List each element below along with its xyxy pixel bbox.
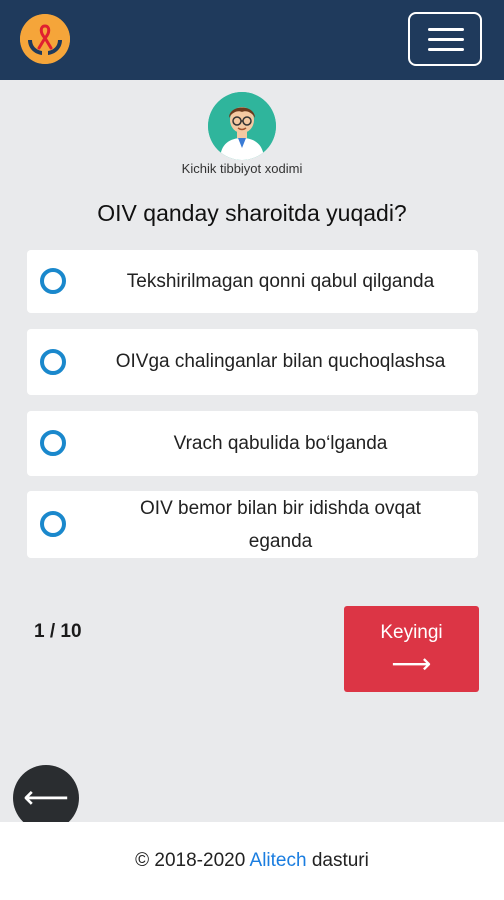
top-navbar [0, 0, 504, 80]
next-button-label: Keyingi [380, 622, 443, 643]
hamburger-bar [428, 38, 464, 41]
copyright-suffix: dasturi [306, 850, 369, 871]
answer-option-4[interactable]: OIV bemor bilan bir idishda ovqat eganda [27, 491, 478, 558]
alitech-link[interactable]: Alitech [250, 850, 307, 871]
copyright-prefix: © 2018-2020 [135, 850, 250, 871]
doctor-avatar-icon [208, 92, 276, 160]
hamburger-menu-icon [428, 28, 464, 31]
question-counter: 1 / 10 [34, 621, 82, 642]
hands-ribbon-logo-icon[interactable] [20, 14, 70, 64]
radio-icon[interactable] [40, 268, 66, 294]
hamburger-menu-button[interactable] [408, 12, 482, 66]
answer-option-label: Vrach qabulida bo‘lganda [173, 433, 388, 454]
answer-option-label: Tekshirilmagan qonni qabul qilganda [126, 271, 435, 292]
question-text: OIV qanday sharoitda yuqadi? [97, 200, 407, 226]
answer-option-label: OIVga chalinganlar bilan quchoqlashsa [115, 351, 446, 372]
hamburger-bar [428, 48, 464, 51]
next-button[interactable]: Keyingi ⟶ [344, 606, 479, 692]
radio-icon[interactable] [40, 511, 66, 537]
answer-option-3[interactable]: Vrach qabulida bo‘lganda [27, 411, 478, 476]
radio-icon[interactable] [40, 430, 66, 456]
footer: © 2018-2020 Alitech dasturi [0, 822, 504, 900]
user-role-label: Kichik tibbiyot xodimi [181, 161, 303, 176]
answer-option-1[interactable]: Tekshirilmagan qonni qabul qilganda [27, 250, 478, 313]
answer-option-2[interactable]: OIVga chalinganlar bilan quchoqlashsa [27, 329, 478, 395]
copyright-text: © 2018-2020 Alitech dasturi [0, 850, 504, 872]
radio-icon[interactable] [40, 349, 66, 375]
arrow-left-icon: ⟵ [23, 779, 69, 815]
answer-option-label: OIV bemor bilan bir idishda ovqat eganda [140, 498, 421, 552]
arrow-right-icon: ⟶ [391, 648, 432, 679]
